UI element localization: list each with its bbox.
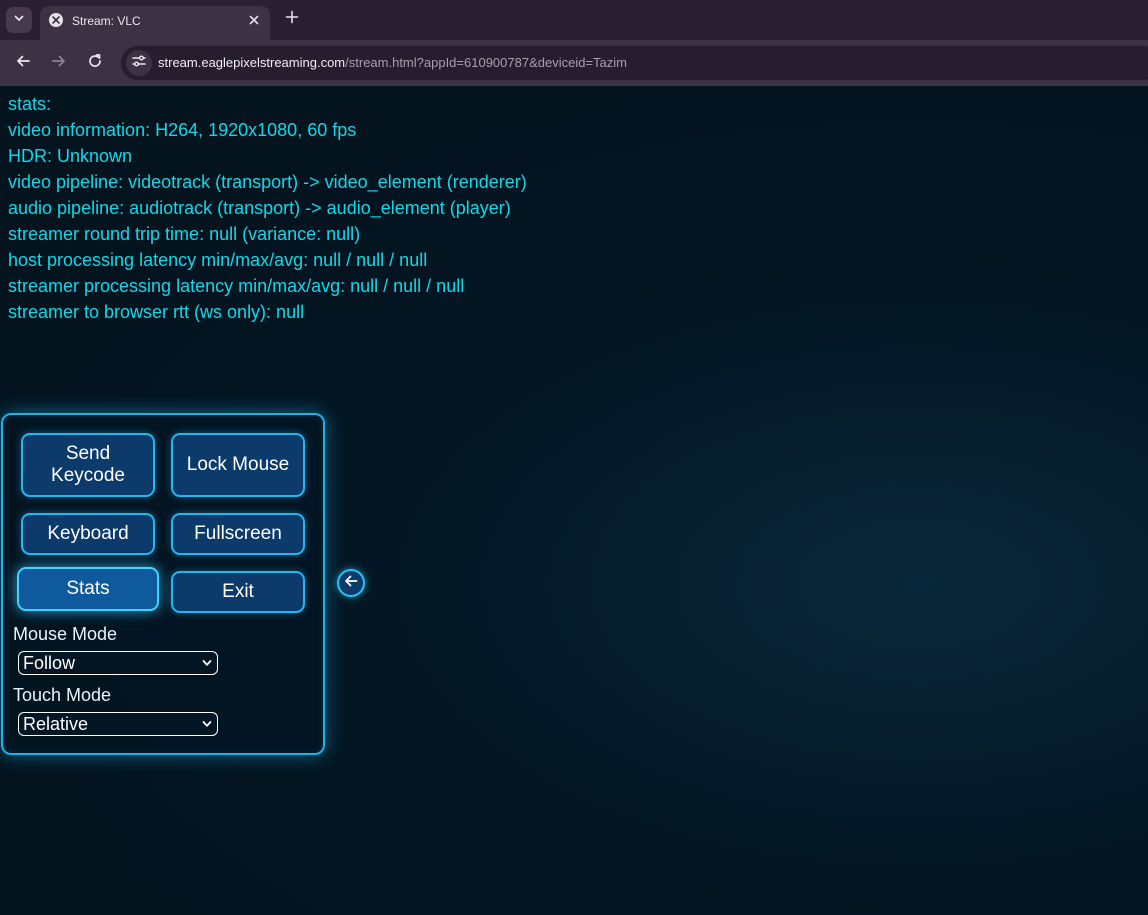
stats-line: host processing latency min/max/avg: nul… bbox=[8, 250, 428, 270]
url-text: stream.eaglepixelstreaming.com/stream.ht… bbox=[158, 55, 627, 70]
touch-mode-value: Relative bbox=[23, 713, 89, 734]
reload-icon bbox=[87, 53, 103, 74]
mouse-mode-value: Follow bbox=[23, 652, 76, 673]
lock-mouse-button[interactable]: Lock Mouse bbox=[171, 433, 305, 497]
tune-icon bbox=[131, 53, 147, 74]
stats-line: stats: bbox=[8, 94, 52, 114]
arrow-left-circle-icon bbox=[343, 573, 359, 594]
collapse-panel-button[interactable] bbox=[337, 569, 365, 597]
chevron-down-icon bbox=[201, 657, 213, 669]
stats-line: HDR: Unknown bbox=[8, 146, 133, 166]
chevron-down-icon bbox=[201, 718, 213, 730]
new-tab-button[interactable] bbox=[281, 8, 303, 30]
address-bar[interactable]: stream.eaglepixelstreaming.com/stream.ht… bbox=[121, 46, 1148, 80]
stats-line: streamer to browser rtt (ws only): null bbox=[8, 302, 305, 322]
plus-icon bbox=[285, 10, 299, 29]
stats-overlay: stats: video information: H264, 1920x108… bbox=[8, 91, 527, 325]
control-panel: Send Keycode Lock Mouse Keyboard Fullscr… bbox=[1, 413, 325, 755]
arrow-right-icon bbox=[51, 53, 67, 74]
close-icon[interactable] bbox=[246, 12, 262, 28]
chevron-down-icon bbox=[13, 11, 25, 29]
tab-bar: Stream: VLC bbox=[0, 0, 1148, 40]
browser-tab[interactable]: Stream: VLC bbox=[40, 6, 270, 40]
stats-line: video pipeline: videotrack (transport) -… bbox=[8, 172, 527, 192]
keyboard-button[interactable]: Keyboard bbox=[21, 513, 155, 555]
url-path: /stream.html?appId=610900787&deviceid=Ta… bbox=[345, 55, 627, 70]
stats-line: streamer round trip time: null (variance… bbox=[8, 224, 361, 244]
site-info-button[interactable] bbox=[126, 50, 152, 76]
touch-mode-select[interactable]: Relative bbox=[18, 712, 218, 736]
tab-title: Stream: VLC bbox=[72, 14, 141, 28]
send-keycode-button[interactable]: Send Keycode bbox=[21, 433, 155, 497]
send-keycode-label-line1: Send bbox=[65, 443, 111, 464]
send-keycode-label-line2: Keycode bbox=[51, 465, 125, 486]
back-button[interactable] bbox=[11, 51, 35, 75]
stream-viewport[interactable]: stats: video information: H264, 1920x108… bbox=[0, 86, 1148, 915]
url-host: stream.eaglepixelstreaming.com bbox=[158, 55, 346, 70]
arrow-left-icon bbox=[15, 53, 31, 74]
forward-button[interactable] bbox=[47, 51, 71, 75]
mouse-mode-label: Mouse Mode bbox=[13, 624, 118, 644]
stats-line: streamer processing latency min/max/avg:… bbox=[8, 276, 465, 296]
stats-button[interactable]: Stats bbox=[17, 567, 159, 611]
tab-search-button[interactable] bbox=[6, 7, 32, 33]
mouse-mode-select[interactable]: Follow bbox=[18, 651, 218, 675]
app-icon bbox=[49, 13, 63, 27]
touch-mode-label: Touch Mode bbox=[13, 685, 112, 705]
browser-toolbar: stream.eaglepixelstreaming.com/stream.ht… bbox=[0, 40, 1148, 86]
exit-button[interactable]: Exit bbox=[171, 571, 305, 613]
stats-line: audio pipeline: audiotrack (transport) -… bbox=[8, 198, 511, 218]
reload-button[interactable] bbox=[83, 51, 107, 75]
fullscreen-button[interactable]: Fullscreen bbox=[171, 513, 305, 555]
stats-line: video information: H264, 1920x1080, 60 f… bbox=[8, 120, 357, 140]
